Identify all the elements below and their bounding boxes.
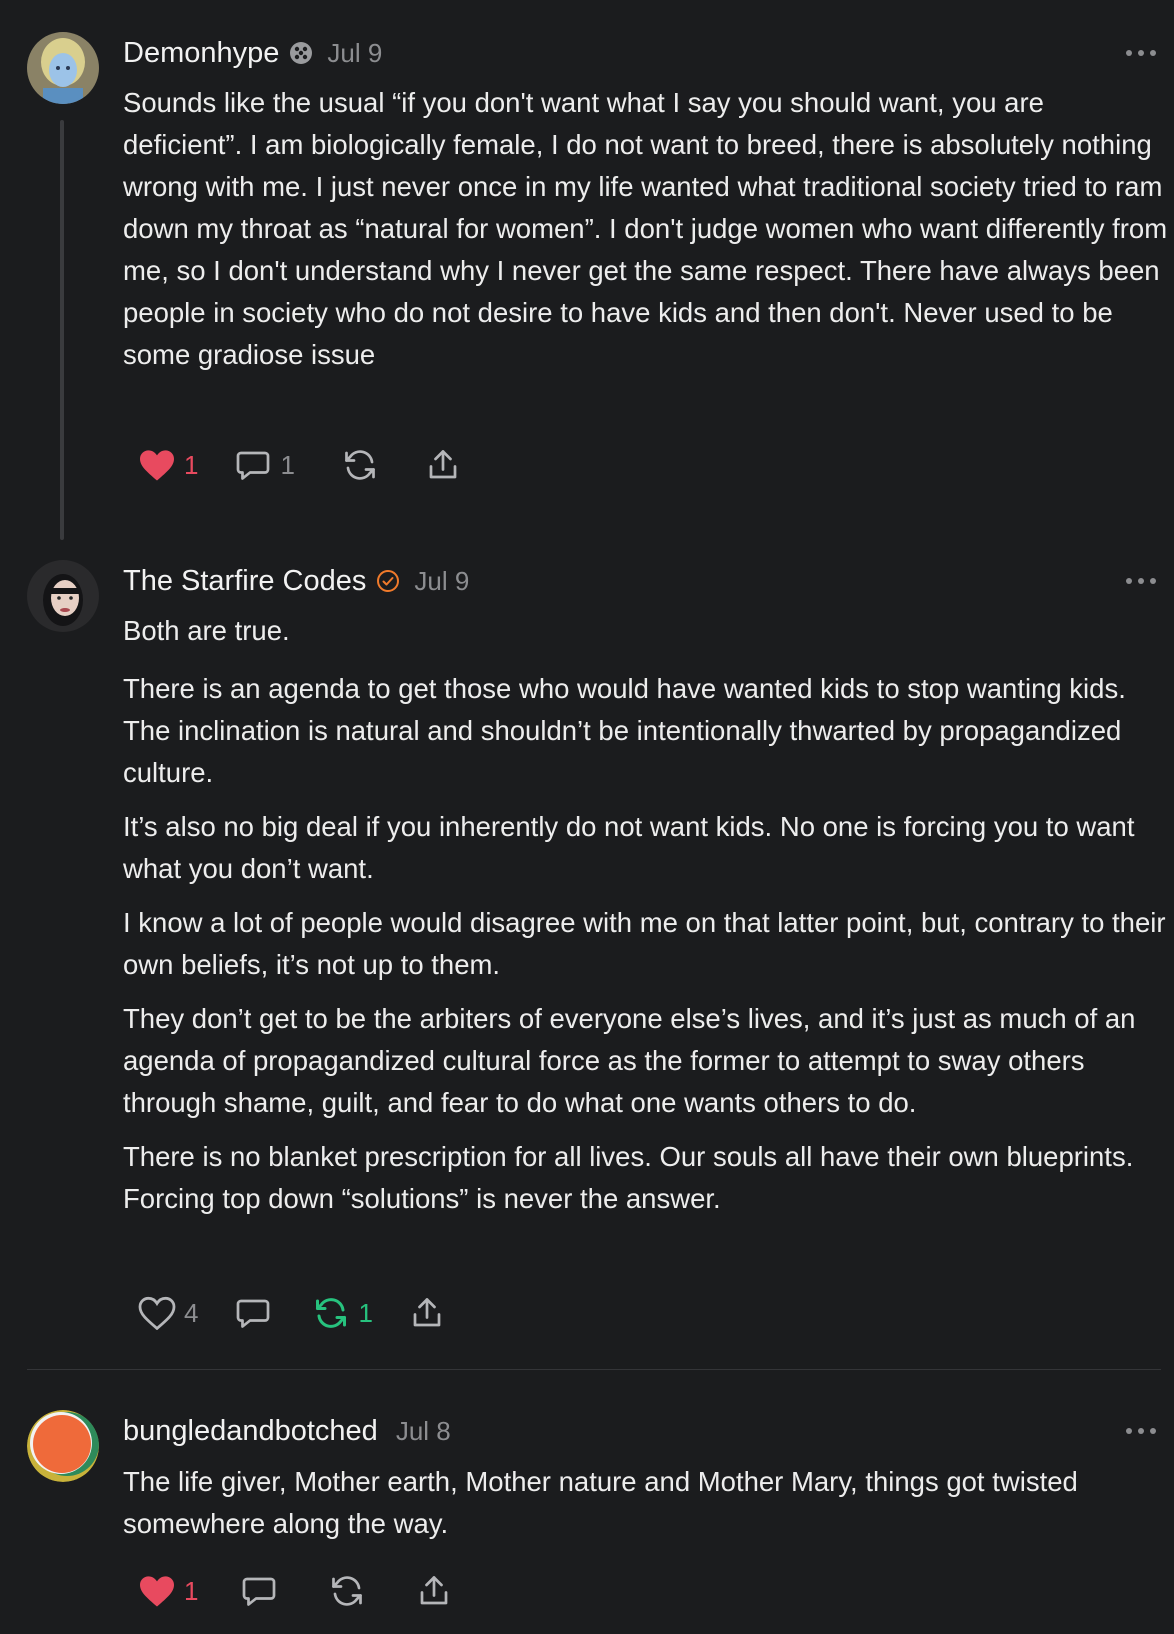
subscriber-badge-icon (289, 41, 313, 65)
comment-body: Sounds like the usual “if you don't want… (123, 82, 1168, 388)
like-button[interactable]: 1 (138, 448, 198, 482)
comment-paragraph: Sounds like the usual “if you don't want… (123, 87, 1168, 370)
comment-actions: 4 1 (138, 1293, 445, 1333)
share-icon (425, 447, 461, 483)
comment-date: Jul 9 (414, 565, 470, 596)
author-name[interactable]: Demonhype (123, 37, 279, 70)
verified-badge-icon (376, 569, 400, 593)
avatar[interactable] (27, 560, 99, 632)
comment-icon (240, 1573, 278, 1609)
comment-actions: 1 (138, 1571, 452, 1611)
share-icon (416, 1573, 452, 1609)
restack-button[interactable] (328, 1573, 366, 1609)
comment-paragraph: The life giver, Mother earth, Mother nat… (123, 1466, 1078, 1539)
more-icon[interactable] (1126, 48, 1156, 58)
restack-button[interactable] (341, 447, 379, 483)
avatar[interactable] (27, 32, 99, 104)
comment-paragraph: There is an agenda to get those who woul… (123, 673, 1126, 788)
comments-thread: Demonhype Jul 9 Sounds like the usual “i… (0, 0, 1174, 1634)
reply-button[interactable] (240, 1573, 278, 1609)
share-icon (409, 1295, 445, 1331)
comment-header: Demonhype Jul 9 (123, 36, 382, 70)
divider (27, 1369, 1161, 1370)
like-count: 4 (184, 1297, 199, 1328)
like-count: 1 (184, 1575, 199, 1606)
comment-paragraph: It’s also no big deal if you inherently … (123, 811, 1135, 884)
restack-icon (328, 1573, 366, 1609)
comment-paragraph: Both are true. (123, 615, 290, 646)
restack-icon (312, 1295, 350, 1331)
reply-button[interactable] (234, 1295, 272, 1331)
comment-paragraph: I know a lot of people would disagree wi… (123, 907, 1166, 980)
more-icon[interactable] (1126, 1426, 1156, 1436)
heart-icon (138, 1574, 176, 1608)
comment-date: Jul 9 (327, 37, 383, 68)
comment-body: Both are true. There is an agenda to get… (123, 610, 1168, 1232)
avatar[interactable] (27, 1410, 99, 1482)
author-name[interactable]: bungledandbotched (123, 1415, 378, 1448)
thread-line (60, 120, 64, 540)
comment-paragraph: They don’t get to be the arbiters of eve… (123, 1003, 1136, 1118)
comment-date: Jul 8 (395, 1415, 451, 1446)
comment-header: The Starfire Codes Jul 9 (123, 564, 469, 598)
heart-icon (138, 1296, 176, 1330)
comment-icon (234, 1295, 272, 1331)
comment-actions: 1 1 (138, 445, 461, 485)
share-button[interactable] (409, 1295, 445, 1331)
heart-icon (138, 448, 176, 482)
share-button[interactable] (425, 447, 461, 483)
more-icon[interactable] (1126, 576, 1156, 586)
restack-icon (341, 447, 379, 483)
like-button[interactable]: 1 (138, 1574, 198, 1608)
comment-icon (234, 447, 272, 483)
restack-count: 1 (358, 1297, 373, 1328)
author-name[interactable]: The Starfire Codes (123, 565, 366, 598)
comment-body: The life giver, Mother earth, Mother nat… (123, 1461, 1168, 1557)
restack-button[interactable]: 1 (312, 1295, 373, 1331)
share-button[interactable] (416, 1573, 452, 1609)
reply-count: 1 (280, 449, 295, 480)
like-button[interactable]: 4 (138, 1296, 198, 1330)
comment-header: bungledandbotched Jul 8 (123, 1414, 451, 1448)
like-count: 1 (184, 449, 199, 480)
comment-paragraph: There is no blanket prescription for all… (123, 1141, 1134, 1214)
reply-button[interactable]: 1 (234, 447, 295, 483)
